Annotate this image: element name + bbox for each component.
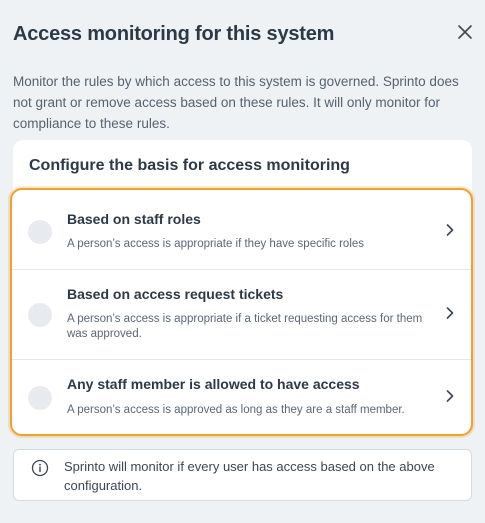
radio-button[interactable] bbox=[28, 386, 52, 410]
chevron-right-icon bbox=[443, 306, 457, 320]
access-monitoring-dialog: Access monitoring for this system Monito… bbox=[0, 0, 485, 523]
option-staff-roles[interactable]: Based on staff roles A person’s access i… bbox=[12, 190, 471, 270]
option-any-staff-member[interactable]: Any staff member is allowed to have acce… bbox=[12, 360, 471, 434]
config-card-title: Configure the basis for access monitorin… bbox=[29, 157, 350, 174]
config-card: Configure the basis for access monitorin… bbox=[10, 140, 473, 436]
close-icon bbox=[458, 25, 472, 39]
chevron-right-icon bbox=[443, 223, 457, 237]
radio-button[interactable] bbox=[28, 220, 52, 244]
info-banner: Sprinto will monitor if every user has a… bbox=[13, 449, 472, 501]
dialog-description: Monitor the rules by which access to thi… bbox=[13, 74, 459, 131]
option-title: Based on staff roles bbox=[67, 211, 201, 227]
option-title: Based on access request tickets bbox=[67, 286, 284, 302]
option-description: A person’s access is approved as long as… bbox=[67, 404, 405, 416]
option-access-request-tickets[interactable]: Based on access request tickets A person… bbox=[12, 270, 471, 360]
info-text: Sprinto will monitor if every user has a… bbox=[64, 459, 435, 493]
chevron-right-icon bbox=[443, 389, 457, 403]
options-group: Based on staff roles A person’s access i… bbox=[10, 188, 473, 436]
info-icon bbox=[31, 459, 49, 477]
radio-button[interactable] bbox=[28, 303, 52, 327]
option-description: A person’s access is appropriate if a ti… bbox=[67, 313, 423, 340]
dialog-title: Access monitoring for this system bbox=[13, 23, 335, 45]
option-description: A person’s access is appropriate if they… bbox=[67, 238, 365, 250]
option-title: Any staff member is allowed to have acce… bbox=[67, 376, 360, 392]
close-button[interactable] bbox=[453, 20, 477, 44]
